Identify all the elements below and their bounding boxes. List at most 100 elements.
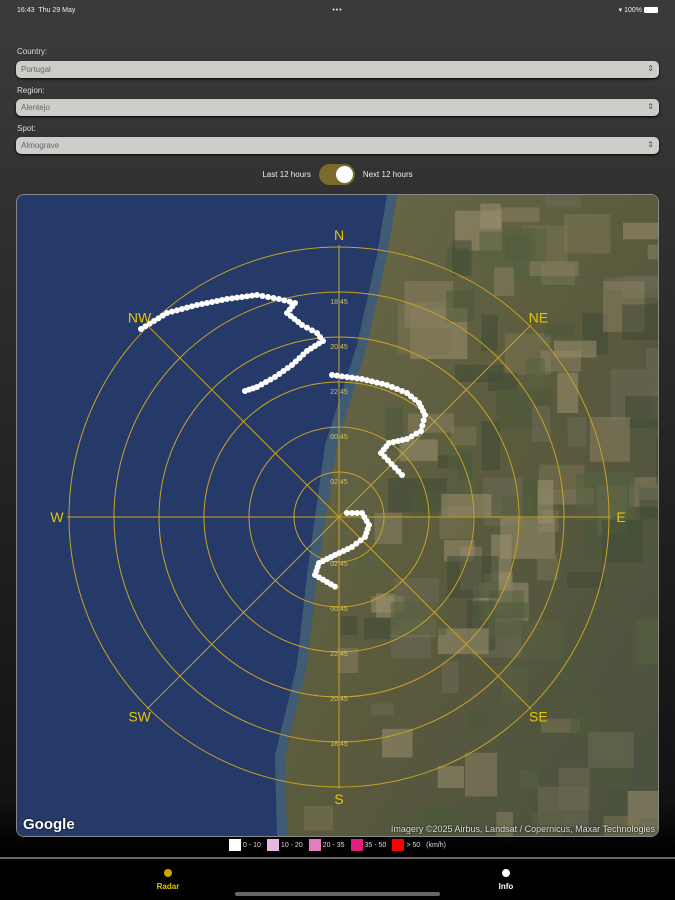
field-patch <box>624 395 658 429</box>
field-patch <box>441 493 492 517</box>
field-patch <box>496 207 540 222</box>
field-patch <box>647 244 658 260</box>
field-patch <box>622 304 658 340</box>
wind-point <box>420 417 427 424</box>
field-patch <box>563 213 611 254</box>
radar-map[interactable]: N NE E SE S SW W NW 18:45 20:45 22:45 00:45 02:45 02:… <box>16 194 659 837</box>
chevron-updown-icon: ⇕ <box>647 102 654 111</box>
legend-unit: (km/h) <box>426 841 446 849</box>
compass-label-ne: NE <box>529 310 548 326</box>
legend-label: > 50 <box>406 841 421 849</box>
field-patch <box>501 665 528 704</box>
wind-point <box>422 412 428 418</box>
field-patch <box>501 496 534 515</box>
field-patch <box>588 732 635 768</box>
wind-point <box>332 583 338 590</box>
battery-percent: 100% <box>624 7 642 14</box>
tab-info[interactable]: Info <box>476 869 536 891</box>
legend-item: 0 - 10 <box>229 839 261 851</box>
field-patch <box>450 426 477 446</box>
radar-svg: N NE E SE S SW W NW 18:45 20:45 22:45 00:45 02:45 02:… <box>17 195 658 836</box>
status-date: Thu 29 May <box>38 6 76 14</box>
wind-point <box>270 295 277 301</box>
ring-time-label: 22:45 <box>330 389 348 396</box>
field-patch <box>553 340 597 358</box>
home-indicator[interactable] <box>235 892 440 896</box>
status-bar: 16:43 Thu 29 May ••• ▾ 100% <box>17 4 658 16</box>
field-patch <box>475 602 529 619</box>
google-logo: Google <box>23 816 75 833</box>
wind-point <box>259 293 266 299</box>
field-patch <box>441 661 459 693</box>
wind-point <box>265 294 271 300</box>
wind-point <box>281 297 288 304</box>
wind-point <box>276 296 282 302</box>
field-patch <box>544 323 574 337</box>
compass-label-se: SE <box>529 708 548 724</box>
field-patch <box>437 766 464 788</box>
spot-label: Spot: <box>17 124 36 133</box>
legend-label: 35 - 50 <box>364 841 387 849</box>
compass-label-n: N <box>334 227 344 243</box>
legend-item: 20 - 35 <box>308 839 345 851</box>
wind-point <box>214 298 220 304</box>
spot-select[interactable]: Almograve ⇕ <box>16 137 659 154</box>
wifi-icon: ▾ <box>618 7 623 14</box>
tab-radar-label: Radar <box>156 882 180 891</box>
wind-point <box>369 378 375 385</box>
speed-legend: 0 - 10 10 - 20 20 - 35 35 - 50 > 50 (km/… <box>0 839 675 851</box>
ring-time-label: 02:45 <box>330 479 348 486</box>
wind-point <box>209 299 215 305</box>
wind-point <box>364 377 370 384</box>
field-patch <box>656 437 658 487</box>
field-patch <box>545 195 581 208</box>
ring-time-label: 20:45 <box>330 696 348 703</box>
time-range-toggle[interactable] <box>318 164 355 185</box>
field-patch <box>520 769 540 789</box>
legend-label: 20 - 35 <box>322 841 345 849</box>
field-patch <box>646 348 658 370</box>
field-patch <box>566 572 605 588</box>
chevron-updown-icon: ⇕ <box>647 140 654 149</box>
legend-label: 10 - 20 <box>280 841 303 849</box>
ring-time-label: 00:45 <box>330 434 348 441</box>
multitask-dots-icon[interactable]: ••• <box>332 7 342 14</box>
field-patch <box>382 728 413 758</box>
ring-time-label: 18:45 <box>330 299 348 306</box>
field-patch <box>446 290 474 323</box>
chevron-updown-icon: ⇕ <box>647 64 654 73</box>
legend-item: > 50 <box>392 839 420 851</box>
ring-time-label: 18:45 <box>330 741 348 748</box>
legend-swatch <box>392 839 405 851</box>
wind-point <box>254 292 260 298</box>
field-patch <box>500 517 555 559</box>
legend-label: 0 - 10 <box>243 841 261 849</box>
field-patch <box>567 416 587 447</box>
tab-bar: Radar Info <box>0 857 675 900</box>
next-12-hours-label: Next 12 hours <box>362 170 413 179</box>
field-patch <box>589 417 630 462</box>
field-patch <box>468 711 488 732</box>
wind-point <box>379 380 385 387</box>
field-patch <box>529 261 579 277</box>
toggle-knob <box>335 166 353 183</box>
field-patch <box>303 805 333 831</box>
country-select[interactable]: Portugal ⇕ <box>16 61 659 78</box>
region-select[interactable]: Alentejo ⇕ <box>16 99 659 116</box>
compass-label-sw: SW <box>128 708 151 724</box>
wind-point <box>194 302 200 308</box>
field-patch <box>570 696 595 738</box>
field-patch <box>480 203 501 229</box>
spot-value: Almograve <box>21 141 60 150</box>
wind-point <box>374 379 380 386</box>
compass-label-nw: NW <box>128 310 152 326</box>
field-patch <box>464 752 498 797</box>
compass-label-w: W <box>50 509 64 525</box>
tab-radar[interactable]: Radar <box>138 869 198 891</box>
wind-point <box>242 388 248 394</box>
radar-icon <box>164 869 172 877</box>
wind-point <box>199 301 205 307</box>
field-patch <box>635 619 658 665</box>
field-patch <box>622 222 658 240</box>
ring-time-label: 22:45 <box>330 651 348 658</box>
